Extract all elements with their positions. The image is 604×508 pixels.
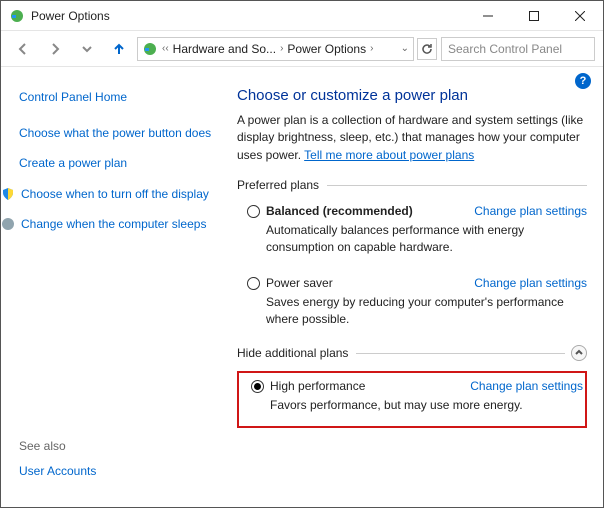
up-button[interactable]	[105, 36, 133, 62]
back-button[interactable]	[9, 36, 37, 62]
sidebar: Control Panel Home Choose what the power…	[1, 67, 227, 507]
search-placeholder: Search Control Panel	[448, 42, 562, 56]
chevron-right-icon: ›	[280, 43, 283, 54]
search-input[interactable]: Search Control Panel	[441, 37, 595, 61]
collapse-button[interactable]	[571, 345, 587, 361]
radio-high[interactable]	[251, 380, 264, 393]
change-settings-saver[interactable]: Change plan settings	[474, 276, 587, 290]
shield-icon	[1, 187, 15, 201]
plan-name-saver: Power saver	[266, 276, 333, 290]
breadcrumb[interactable]: ‹‹ Hardware and So... › Power Options › …	[137, 37, 414, 61]
refresh-button[interactable]	[417, 38, 437, 60]
sidebar-link-create-plan[interactable]: Create a power plan	[19, 155, 215, 171]
breadcrumb-icon	[142, 41, 158, 57]
breadcrumb-item-hardware[interactable]: Hardware and So...	[173, 42, 276, 56]
main-content: ? Choose or customize a power plan A pow…	[227, 67, 603, 507]
plan-desc-high: Favors performance, but may use more ene…	[270, 397, 583, 414]
chevron-right-icon: ›	[370, 43, 373, 54]
chevron-left-icon: ‹‹	[162, 43, 169, 54]
plan-name-balanced: Balanced (recommended)	[266, 204, 413, 218]
recent-dropdown[interactable]	[73, 36, 101, 62]
forward-button[interactable]	[41, 36, 69, 62]
learn-more-link[interactable]: Tell me more about power plans	[304, 148, 474, 162]
close-button[interactable]	[557, 1, 603, 31]
see-also: See also User Accounts	[19, 439, 96, 493]
radio-balanced[interactable]	[247, 205, 260, 218]
sidebar-link-computer-sleeps[interactable]: Change when the computer sleeps	[21, 216, 206, 232]
hide-additional-header[interactable]: Hide additional plans	[237, 345, 587, 361]
control-panel-home-link[interactable]: Control Panel Home	[19, 89, 215, 105]
titlebar: Power Options	[1, 1, 603, 31]
change-settings-high[interactable]: Change plan settings	[470, 379, 583, 393]
sidebar-link-turn-off-display[interactable]: Choose when to turn off the display	[21, 186, 209, 202]
chevron-down-icon[interactable]: ⌄	[401, 43, 409, 54]
plan-balanced[interactable]: Balanced (recommended) Change plan setti…	[237, 202, 587, 258]
navbar: ‹‹ Hardware and So... › Power Options › …	[1, 31, 603, 67]
plan-name-high: High performance	[270, 379, 365, 393]
preferred-label: Preferred plans	[237, 178, 319, 192]
help-icon[interactable]: ?	[575, 73, 591, 89]
preferred-plans-header: Preferred plans	[237, 178, 587, 192]
plan-saver[interactable]: Power saver Change plan settings Saves e…	[237, 274, 587, 330]
page-heading: Choose or customize a power plan	[237, 87, 587, 104]
breadcrumb-item-power[interactable]: Power Options	[287, 42, 366, 56]
highlight-box: High performance Change plan settings Fa…	[237, 371, 587, 428]
radio-saver[interactable]	[247, 277, 260, 290]
sidebar-link-power-button[interactable]: Choose what the power button does	[19, 125, 215, 141]
maximize-button[interactable]	[511, 1, 557, 31]
plan-desc-balanced: Automatically balances performance with …	[266, 222, 587, 256]
see-also-user-accounts[interactable]: User Accounts	[19, 463, 96, 479]
shield-icon	[1, 217, 15, 231]
plan-high[interactable]: High performance Change plan settings Fa…	[241, 377, 583, 416]
power-options-icon	[9, 8, 25, 24]
minimize-button[interactable]	[465, 1, 511, 31]
page-description: A power plan is a collection of hardware…	[237, 112, 587, 164]
see-also-label: See also	[19, 439, 96, 453]
plan-desc-saver: Saves energy by reducing your computer's…	[266, 294, 587, 328]
change-settings-balanced[interactable]: Change plan settings	[474, 204, 587, 218]
hide-label: Hide additional plans	[237, 346, 348, 360]
window-title: Power Options	[31, 9, 465, 23]
